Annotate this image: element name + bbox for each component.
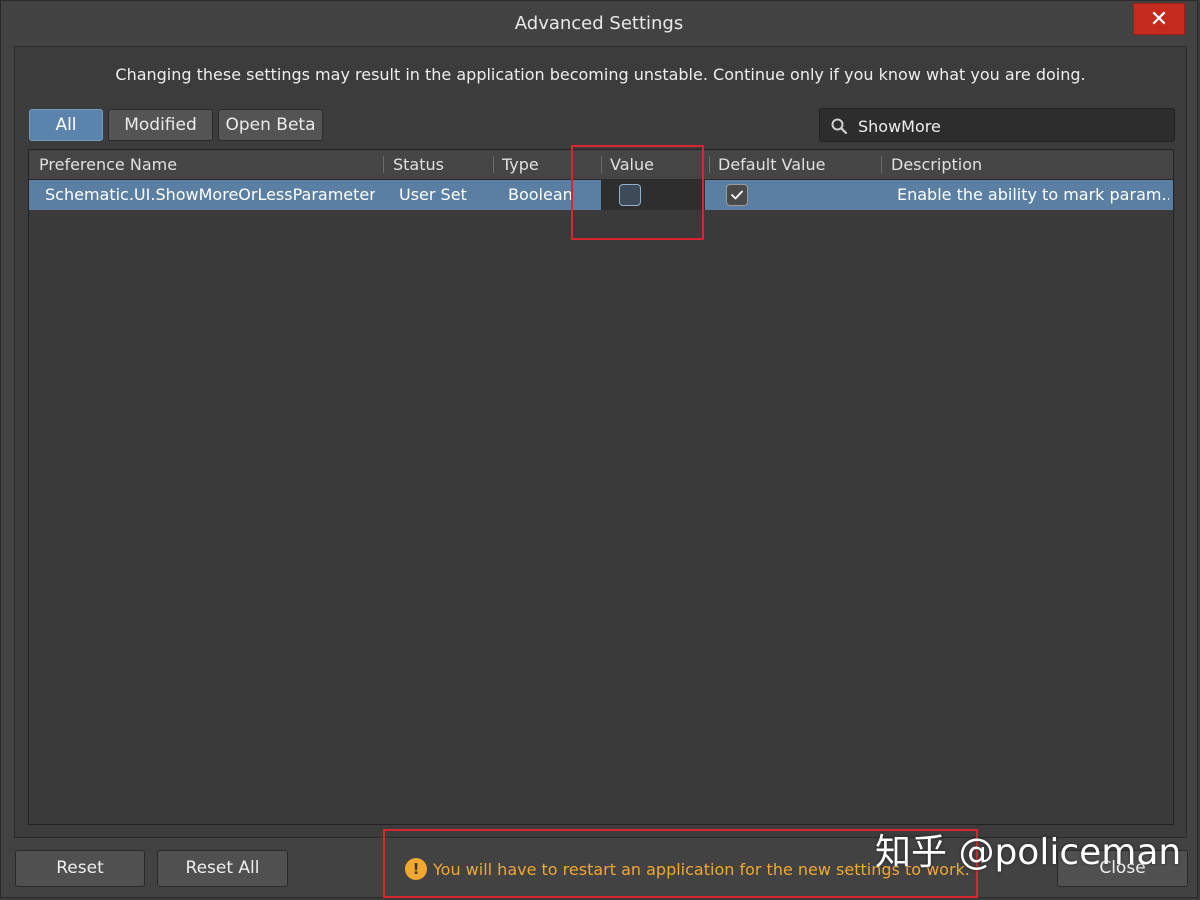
column-header-description[interactable]: Description [891,155,982,174]
filter-modified-button[interactable]: Modified [108,109,213,141]
column-header-preference-name[interactable]: Preference Name [39,155,177,174]
settings-panel: Changing these settings may result in th… [14,46,1187,838]
column-header-type[interactable]: Type [502,155,539,174]
table-row[interactable]: Schematic.UI.ShowMoreOrLessParameters Us… [29,180,1173,210]
value-checkbox[interactable] [619,184,641,206]
title-bar: Advanced Settings ✕ [1,1,1197,45]
column-divider[interactable] [881,156,882,173]
search-box[interactable] [819,108,1175,142]
search-icon [831,118,848,135]
column-divider[interactable] [709,156,710,173]
preferences-table: Preference Name Status Type Value Defaul… [28,149,1174,825]
restart-notice: ! You will have to restart an applicatio… [383,829,978,898]
default-value-checkbox [726,184,748,206]
column-header-status[interactable]: Status [393,155,444,174]
advanced-settings-dialog: Advanced Settings ✕ Changing these setti… [0,0,1198,898]
filter-open-beta-button[interactable]: Open Beta [218,109,323,141]
search-input[interactable] [856,113,1160,139]
value-cell[interactable] [601,180,705,210]
warning-message: Changing these settings may result in th… [115,65,1086,84]
cell-type: Boolean [508,185,573,204]
column-divider[interactable] [493,156,494,173]
cell-preference-name: Schematic.UI.ShowMoreOrLessParameters [45,185,375,204]
checkmark-icon [731,190,743,200]
reset-all-button[interactable]: Reset All [157,850,288,887]
close-button[interactable]: Close [1057,850,1188,887]
cell-status: User Set [399,185,467,204]
warning-icon: ! [405,858,427,880]
column-divider[interactable] [601,156,602,173]
dialog-title: Advanced Settings [514,13,684,34]
filter-all-button[interactable]: All [29,109,103,141]
reset-button[interactable]: Reset [15,850,145,887]
restart-message: You will have to restart an application … [433,860,970,879]
column-header-default-value[interactable]: Default Value [718,155,825,174]
column-header-value[interactable]: Value [610,155,654,174]
window-close-button[interactable]: ✕ [1133,3,1185,35]
table-header: Preference Name Status Type Value Defaul… [29,150,1173,180]
column-divider[interactable] [383,156,384,173]
cell-description: Enable the ability to mark param... [897,185,1169,204]
